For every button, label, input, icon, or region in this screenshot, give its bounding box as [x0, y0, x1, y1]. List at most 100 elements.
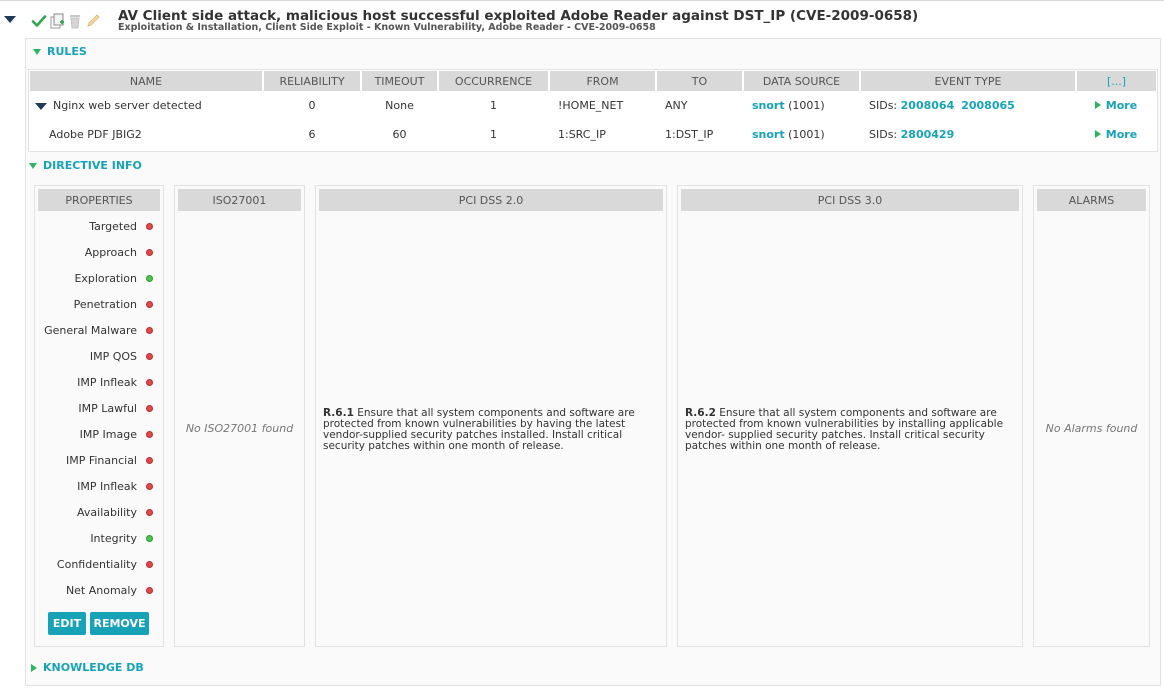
property-row: Approach	[85, 245, 153, 259]
status-dot-icon	[146, 274, 153, 282]
directive-toolbar	[31, 12, 101, 30]
data-source-link[interactable]: snort	[752, 99, 785, 112]
data-source-link[interactable]: snort	[752, 128, 785, 141]
rule-from: !HOME_NET	[558, 99, 624, 112]
property-label: Integrity	[90, 531, 137, 545]
col-occurrence[interactable]: OCCURRENCE	[438, 71, 550, 91]
sid-link[interactable]: 2008065	[961, 99, 1015, 112]
rules-label: RULES	[47, 45, 87, 58]
property-row: Targeted	[89, 219, 153, 233]
requirement-text: Ensure that all system components and so…	[685, 407, 1004, 452]
copy-icon[interactable]	[49, 13, 65, 29]
property-row: Exploration	[74, 271, 153, 285]
col-name[interactable]: NAME	[30, 71, 264, 91]
table-row: Nginx web server detected 0 None 1 !HOME…	[30, 91, 1156, 120]
more-arrow-icon	[1094, 130, 1101, 139]
pci-dss-3-panel: PCI DSS 3.0 R.6.2 Ensure that all system…	[677, 185, 1023, 647]
pci-dss-2-requirement: R.6.1 Ensure that all system components …	[323, 408, 659, 452]
property-label: Targeted	[89, 219, 137, 233]
property-row: IMP Lawful	[78, 401, 153, 415]
rule-to: ANY	[665, 99, 688, 112]
property-row: Availability	[77, 505, 153, 519]
rule-timeout: 60	[392, 128, 407, 141]
pencil-icon[interactable]	[85, 13, 101, 29]
collapsed-arrow-icon	[31, 663, 37, 672]
property-label: IMP Infleak	[77, 479, 137, 493]
property-label: Confidentiality	[56, 557, 137, 571]
rules-header-row: NAME RELIABILITY TIMEOUT OCCURRENCE FROM…	[30, 71, 1156, 91]
knowledge-db-toggle[interactable]: KNOWLEDGE DB	[31, 661, 144, 674]
rules-table: NAME RELIABILITY TIMEOUT OCCURRENCE FROM…	[30, 71, 1156, 149]
status-dot-icon	[146, 482, 153, 490]
rule-name: Adobe PDF JBIG2	[49, 128, 142, 141]
properties-header: PROPERTIES	[38, 189, 160, 211]
rule-occurrence: 1	[490, 128, 497, 141]
status-dot-icon	[146, 300, 153, 308]
sid-link[interactable]: 2008064	[901, 99, 955, 112]
pci-dss-2-header: PCI DSS 2.0	[319, 189, 663, 211]
sids-label: SIDs:	[869, 99, 898, 112]
status-dot-icon	[146, 508, 153, 516]
property-label: IMP Lawful	[78, 401, 137, 415]
pci-dss-3-requirement: R.6.2 Ensure that all system components …	[685, 408, 1015, 452]
iso27001-panel: ISO27001 No ISO27001 found	[174, 185, 305, 647]
pci-dss-3-header: PCI DSS 3.0	[681, 189, 1019, 211]
rule-reliability: 6	[308, 128, 316, 141]
status-dot-icon	[146, 404, 153, 412]
property-row: IMP Financial	[66, 453, 153, 467]
col-to[interactable]: TO	[656, 71, 744, 91]
iso27001-empty: No ISO27001 found	[185, 422, 294, 435]
status-dot-icon	[146, 378, 153, 386]
directive-info-toggle[interactable]: DIRECTIVE INFO	[29, 159, 142, 172]
sids-label: SIDs:	[869, 128, 898, 141]
property-row: Penetration	[74, 297, 153, 311]
property-row: IMP Image	[80, 427, 153, 441]
check-icon[interactable]	[31, 13, 47, 29]
property-row: Net Anomaly	[66, 583, 153, 597]
status-dot-icon	[146, 430, 153, 438]
col-timeout[interactable]: TIMEOUT	[361, 71, 439, 91]
property-label: Approach	[84, 245, 137, 259]
more-label: More	[1105, 98, 1138, 112]
col-data-source[interactable]: DATA SOURCE	[743, 71, 861, 91]
remove-button[interactable]: REMOVE	[90, 612, 149, 635]
property-row: Integrity	[90, 531, 153, 545]
iso27001-header: ISO27001	[178, 189, 301, 211]
col-event-type[interactable]: EVENT TYPE	[860, 71, 1077, 91]
alarms-header: ALARMS	[1037, 189, 1146, 211]
data-source-id: (1001)	[788, 99, 825, 112]
property-row: IMP Infleak	[77, 479, 153, 493]
more-arrow-icon	[1094, 101, 1101, 110]
knowledge-db-label: KNOWLEDGE DB	[43, 661, 144, 674]
trash-icon[interactable]	[67, 13, 83, 29]
data-source-id: (1001)	[788, 128, 825, 141]
property-label: Penetration	[73, 297, 137, 311]
property-label: Net Anomaly	[65, 583, 137, 597]
more-button[interactable]: More	[1094, 127, 1138, 141]
more-button[interactable]: More	[1094, 98, 1138, 112]
directive-collapse-icon[interactable]	[4, 16, 16, 23]
col-from[interactable]: FROM	[549, 71, 657, 91]
property-label: IMP Image	[79, 427, 137, 441]
rule-occurrence: 1	[490, 99, 497, 112]
col-reliability[interactable]: RELIABILITY	[263, 71, 362, 91]
property-row: IMP Infleak	[77, 375, 153, 389]
table-row: Adobe PDF JBIG2 6 60 1 1:SRC_IP 1:DST_IP…	[30, 120, 1156, 149]
top-divider	[0, 0, 1164, 1]
sid-link[interactable]: 2800429	[901, 128, 955, 141]
col-more-options[interactable]: [...]	[1076, 71, 1156, 91]
status-dot-icon	[146, 248, 153, 256]
expand-arrow-icon	[33, 48, 41, 55]
requirement-text: Ensure that all system components and so…	[323, 407, 635, 452]
status-dot-icon	[146, 560, 153, 568]
rules-toggle[interactable]: RULES	[33, 45, 87, 58]
rule-expand-icon[interactable]	[35, 102, 47, 110]
more-label: More	[1105, 127, 1138, 141]
edit-button[interactable]: EDIT	[48, 612, 86, 635]
property-label: General Malware	[44, 323, 137, 337]
status-dot-icon	[146, 326, 153, 334]
status-dot-icon	[146, 352, 153, 360]
property-row: IMP QOS	[90, 349, 153, 363]
directive-subtitle: Exploitation & Installation, Client Side…	[118, 22, 656, 33]
directive-info-label: DIRECTIVE INFO	[43, 159, 142, 172]
